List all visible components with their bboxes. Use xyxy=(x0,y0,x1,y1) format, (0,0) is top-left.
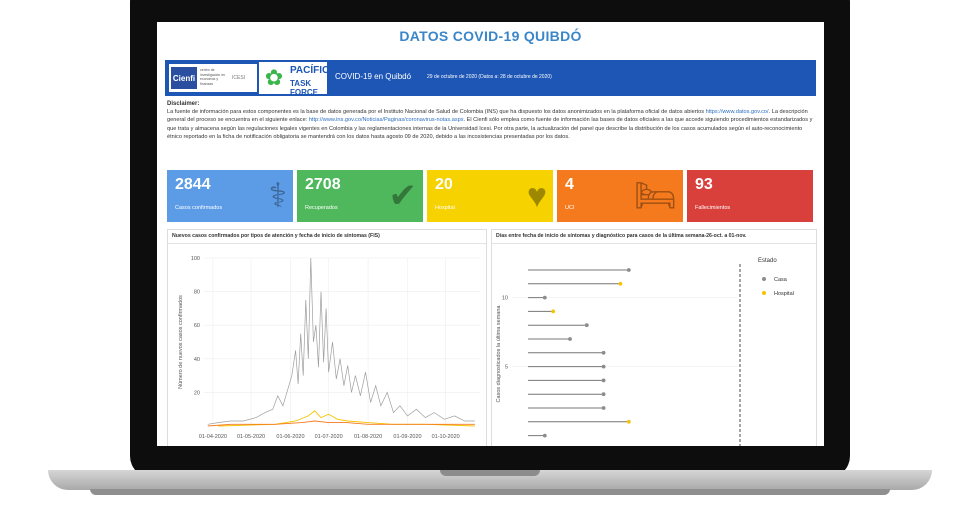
card-label: Hospital xyxy=(435,205,455,211)
cienfi-logo[interactable]: Cienfi centro de investigación en econom… xyxy=(169,64,257,92)
x-tick-label: 01-09-2020 xyxy=(393,434,421,440)
card-label: Casos confirmados xyxy=(175,205,223,211)
lollipop-point xyxy=(601,378,606,383)
header-banner: Cienfi centro de investigación en econom… xyxy=(165,60,816,97)
card-label: Recuperados xyxy=(305,205,338,211)
pacifico-task-force-logo[interactable]: ✿ PACÍFICO TASK FORCE xyxy=(259,62,337,97)
disclaimer: Disclaimer: La fuente de información par… xyxy=(167,100,815,141)
stethoscope-icon: ⚕ xyxy=(268,177,287,215)
header-title: COVID-19 en Quibdó xyxy=(335,72,412,81)
y-tick-label: 40 xyxy=(194,357,200,363)
hospital-bed-icon: 🛏 xyxy=(633,177,677,215)
x-tick-label: 01-10-2020 xyxy=(432,434,460,440)
y-tick-label: 100 xyxy=(191,256,200,262)
pacifico-knot-icon: ✿ xyxy=(264,65,284,90)
x-tick-label: 01-06-2020 xyxy=(276,434,304,440)
lollipop-point xyxy=(542,295,547,300)
pacifico-title: PACÍFICO xyxy=(290,65,338,76)
x-tick-label: 01-04-2020 xyxy=(199,434,227,440)
header-date: 29 de octubre de 2020 (Datos a: 28 de oc… xyxy=(427,74,552,80)
card-recovered: 2708 Recuperados ✔ xyxy=(297,170,423,222)
card-hospital: 20 Hospital ♥ xyxy=(427,170,553,222)
diagnosis-days-lollipop-chart[interactable]: 5 10Casos diagnosticados la última semana… xyxy=(492,244,816,446)
card-value: 93 xyxy=(695,176,713,193)
lollipop-point xyxy=(626,268,631,272)
new-cases-line-chart[interactable]: 20 40 60 80 100 01-04-2020 01-05-2020 01-06-202… xyxy=(168,244,486,446)
card-icu: 4 UCI 🛏 xyxy=(557,170,683,222)
dashboard-screen: DATOS COVID-19 QUIBDÓ Cienfi centro de i… xyxy=(157,22,824,446)
checkmark-icon: ✔ xyxy=(388,177,418,215)
series-line xyxy=(207,257,475,425)
y-tick-label: 80 xyxy=(194,290,200,296)
heartbeat-icon: ♥ xyxy=(526,177,547,215)
lollipop-point xyxy=(601,406,606,410)
chart-panel-diagnosis-days: Días entre fecha de inicio de síntomas y… xyxy=(491,229,817,446)
chart-title: Días entre fecha de inicio de síntomas y… xyxy=(496,233,747,239)
disclaimer-text-1: La fuente de información para estos comp… xyxy=(167,109,706,116)
lollipop-point xyxy=(601,350,606,355)
lollipop-point xyxy=(551,309,556,314)
legend-swatch xyxy=(762,291,766,295)
legend-swatch xyxy=(762,277,766,281)
lollipop-point xyxy=(568,337,572,341)
legend-label: Hospital xyxy=(774,291,794,297)
ins-link[interactable]: http://www.ins.gov.co/Noticias/Paginas/c… xyxy=(309,117,464,123)
icesi-logo: ICESI xyxy=(232,75,246,81)
card-label: UCI xyxy=(565,205,575,211)
x-tick-label: 01-07-2020 xyxy=(315,434,343,440)
disclaimer-heading: Disclaimer: xyxy=(167,101,200,107)
x-tick-label: 01-08-2020 xyxy=(354,434,382,440)
lollipop-point xyxy=(626,419,631,424)
series-line xyxy=(217,410,475,427)
lollipop-point xyxy=(584,323,589,328)
laptop-base-shadow xyxy=(90,489,890,495)
legend-title: Estado xyxy=(758,258,777,264)
stat-cards: 2844 Casos confirmados ⚕ 2708 Recuperado… xyxy=(167,170,815,222)
y-axis-label: Número de nuevos casos confirmados xyxy=(178,295,184,389)
card-confirmed: 2844 Casos confirmados ⚕ xyxy=(167,170,293,222)
y-tick-label: 10 xyxy=(502,296,508,302)
y-tick-label: 20 xyxy=(194,390,200,396)
cienfi-logo-mark: Cienfi xyxy=(171,67,197,89)
lollipop-point xyxy=(601,392,606,397)
laptop-notch xyxy=(440,470,540,476)
cienfi-logo-subtitle: centro de investigación en economía y fi… xyxy=(200,68,226,86)
card-label: Fallecimientos xyxy=(695,205,731,211)
legend-label: Casa xyxy=(774,277,788,283)
datos-gov-link[interactable]: https://www.datos.gov.co/ xyxy=(706,109,769,115)
x-tick-label: 01-05-2020 xyxy=(237,434,265,440)
y-axis-label: Casos diagnosticados la última semana xyxy=(496,305,502,403)
chart-title: Nuevos casos confirmados por tipos de at… xyxy=(172,233,380,239)
pacifico-subtitle: TASK FORCE xyxy=(290,79,318,97)
card-value: 2708 xyxy=(305,176,341,193)
lollipop-point xyxy=(618,281,623,286)
card-value: 2844 xyxy=(175,176,211,193)
page-title: DATOS COVID-19 QUIBDÓ xyxy=(399,28,582,44)
lollipop-point xyxy=(542,433,547,438)
lollipop-point xyxy=(601,364,606,369)
y-tick-label: 60 xyxy=(194,323,200,329)
y-tick-label: 5 xyxy=(505,365,508,371)
card-deaths: 93 Fallecimientos xyxy=(687,170,813,222)
card-value: 4 xyxy=(565,176,574,193)
chart-panel-new-cases: Nuevos casos confirmados por tipos de at… xyxy=(167,229,487,446)
card-value: 20 xyxy=(435,176,453,193)
